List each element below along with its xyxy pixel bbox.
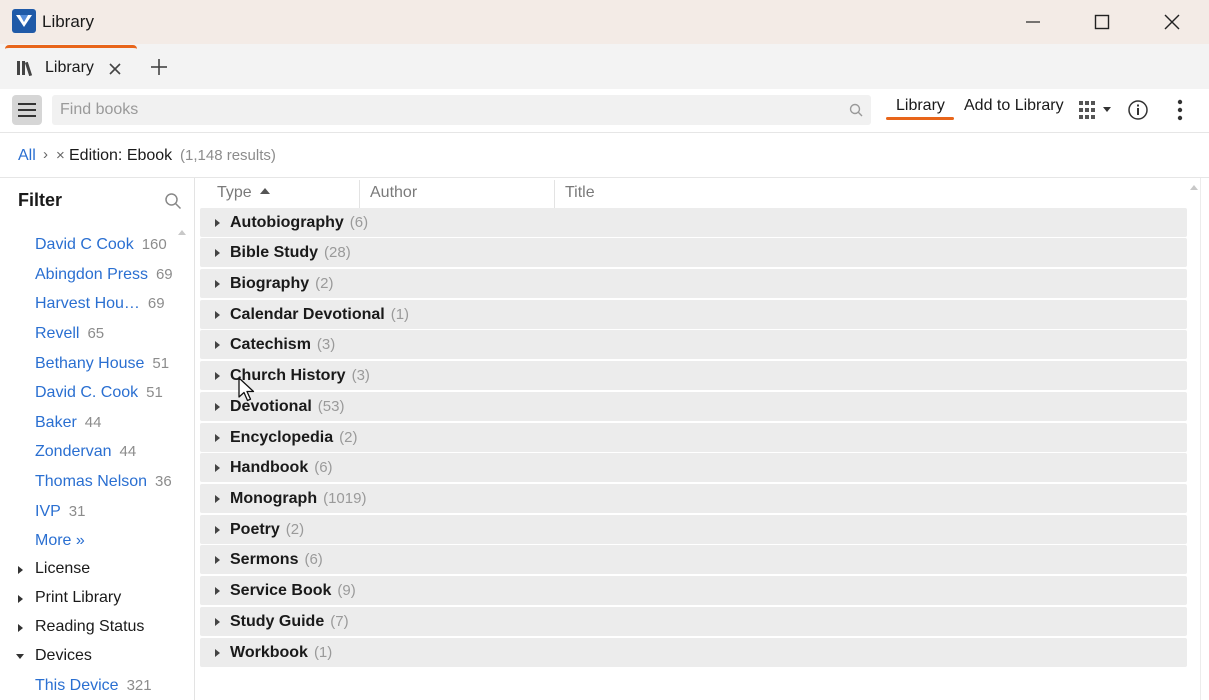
list-scrollbar[interactable] [1200, 178, 1201, 700]
chevron-right-icon [215, 403, 220, 411]
column-author[interactable]: Author [370, 184, 417, 202]
toolbar: Library Add to Library [0, 89, 1209, 133]
close-window-button[interactable] [1137, 0, 1207, 44]
chevron-right-icon [215, 649, 220, 657]
type-group-row[interactable]: Devotional (53) [200, 392, 1187, 421]
chevron-right-icon [215, 341, 220, 349]
type-group-row[interactable]: Handbook (6) [200, 453, 1187, 482]
publisher-item[interactable]: Revell 65 [35, 325, 104, 343]
chevron-down-icon [16, 654, 24, 659]
type-group-row[interactable]: Catechism (3) [200, 330, 1187, 359]
results-count: (1,148 results) [180, 147, 276, 164]
column-header: Type Author Title [196, 178, 1209, 208]
library-books-icon [16, 60, 36, 81]
title-bar: Library [0, 0, 1209, 44]
chevron-right-icon [215, 311, 220, 319]
breadcrumb-all-link[interactable]: All [18, 147, 36, 165]
search-icon [165, 193, 182, 210]
type-group-row[interactable]: Service Book (9) [200, 576, 1187, 605]
close-icon [1164, 14, 1180, 30]
chevron-right-icon [215, 219, 220, 227]
tab-strip: Library [0, 44, 1209, 89]
filter-title: Filter [18, 190, 63, 210]
type-group-row[interactable]: Encyclopedia (2) [200, 423, 1187, 452]
active-view-indicator [886, 117, 954, 120]
publisher-item[interactable]: David C. Cook 51 [35, 384, 163, 402]
add-to-library-button[interactable]: Add to Library [964, 97, 1064, 115]
list-scroll-up-icon[interactable] [1190, 185, 1198, 190]
type-group-row[interactable]: Biography (2) [200, 269, 1187, 298]
chevron-right-icon [18, 566, 23, 574]
chevron-right-icon [18, 624, 23, 632]
publisher-item[interactable]: Bethany House 51 [35, 355, 169, 373]
minimize-icon [1026, 21, 1040, 23]
tab-close-icon[interactable] [109, 58, 121, 81]
search-input[interactable] [52, 95, 832, 125]
chevron-right-icon [215, 556, 220, 564]
plus-icon [151, 59, 167, 75]
publisher-item[interactable]: Thomas Nelson 36 [35, 473, 172, 491]
search-icon[interactable] [849, 103, 863, 122]
type-group-row[interactable]: Autobiography (6) [200, 208, 1187, 237]
type-group-row[interactable]: Sermons (6) [200, 545, 1187, 574]
chevron-right-icon [215, 526, 220, 534]
chevron-right-icon [215, 587, 220, 595]
publisher-item[interactable]: Harvest Hou… 69 [35, 295, 165, 313]
chevron-right-icon [215, 249, 220, 257]
search-box [52, 95, 871, 125]
type-group-row[interactable]: Church History (3) [200, 361, 1187, 390]
remove-filter-button[interactable]: × [56, 147, 65, 164]
more-vertical-icon [1177, 99, 1183, 121]
maximize-icon [1094, 14, 1110, 30]
chevron-right-icon [215, 434, 220, 442]
chevron-right-icon [215, 618, 220, 626]
tab-label: Library [45, 59, 94, 76]
grid-view-button[interactable] [1078, 100, 1114, 127]
more-options-button[interactable] [1170, 99, 1190, 126]
filter-search-button[interactable] [164, 192, 182, 215]
type-group-row[interactable]: Bible Study (28) [200, 238, 1187, 267]
chevron-right-icon [215, 372, 220, 380]
info-icon [1128, 100, 1148, 120]
more-publishers-link[interactable]: More » [35, 532, 85, 550]
column-divider[interactable] [554, 180, 555, 208]
breadcrumb-separator: › [43, 146, 48, 163]
chevron-right-icon [215, 280, 220, 288]
app-logo-icon [12, 9, 36, 33]
library-list: Type Author Title Autobiography (6) Bible… [196, 178, 1209, 700]
maximize-button[interactable] [1067, 0, 1137, 44]
minimize-button[interactable] [998, 0, 1068, 44]
publisher-item[interactable]: Abingdon Press 69 [35, 266, 173, 284]
column-type[interactable]: Type [217, 184, 270, 202]
type-group-row[interactable]: Poetry (2) [200, 515, 1187, 544]
active-filter-label: Edition: Ebook [69, 147, 173, 164]
publisher-item[interactable]: Baker 44 [35, 414, 101, 432]
chevron-right-icon [215, 464, 220, 472]
info-button[interactable] [1127, 99, 1149, 126]
new-tab-button[interactable] [150, 53, 168, 83]
type-group-row[interactable]: Monograph (1019) [200, 484, 1187, 513]
column-title[interactable]: Title [565, 184, 595, 202]
mouse-pointer-icon [238, 377, 256, 408]
publisher-item[interactable]: David C Cook 160 [35, 236, 167, 254]
type-group-row[interactable]: Study Guide (7) [200, 607, 1187, 636]
breadcrumb: All › × Edition: Ebook (1,148 results) [0, 134, 1209, 178]
grid-view-icon [1079, 101, 1111, 119]
sort-ascending-icon [259, 188, 270, 194]
publisher-item[interactable]: Zondervan 44 [35, 443, 136, 461]
column-divider[interactable] [359, 180, 360, 208]
window-title: Library [42, 12, 94, 31]
type-group-row[interactable]: Workbook (1) [200, 638, 1187, 667]
type-group-row[interactable]: Calendar Devotional (1) [200, 300, 1187, 329]
sidebar-scroll-up-icon[interactable] [178, 230, 186, 235]
library-view-button[interactable]: Library [887, 97, 954, 125]
device-item[interactable]: This Device 321 [35, 677, 152, 695]
tab-library[interactable]: Library [5, 45, 137, 89]
chevron-right-icon [18, 595, 23, 603]
publisher-item[interactable]: IVP 31 [35, 503, 85, 521]
hamburger-icon [18, 103, 36, 117]
chevron-right-icon [215, 495, 220, 503]
menu-button[interactable] [12, 95, 42, 125]
filter-sidebar: Filter David C Cook 160 Abingdon Press 69 … [3, 178, 195, 700]
